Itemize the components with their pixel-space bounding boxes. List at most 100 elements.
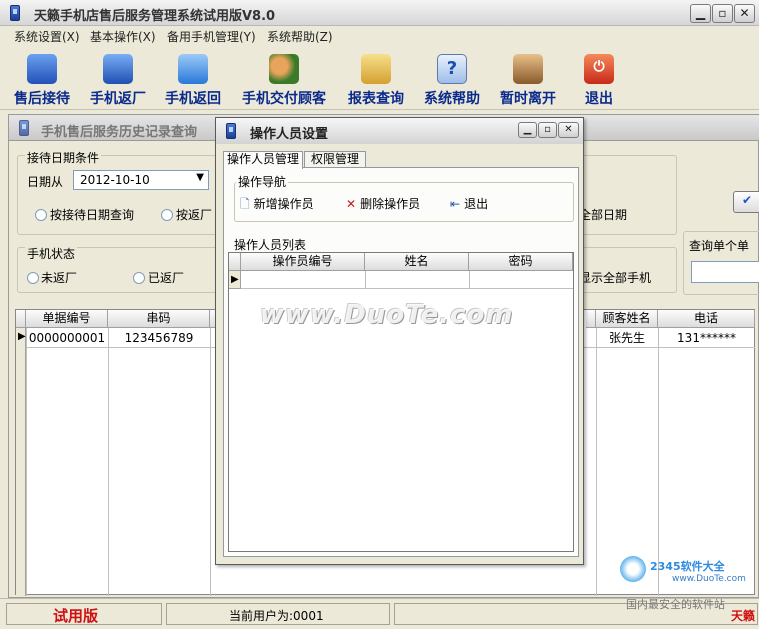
operator-settings-dialog: 操作人员设置 ▁ ▫ ✕ 操作人员管理 权限管理 操作导航 🗋 新增操作员 ✕ 删除… (215, 117, 584, 565)
trial-label: 试用版 (53, 607, 99, 625)
report-query-label: 报表查询 (348, 91, 404, 107)
phone-status-title: 手机状态 (25, 245, 78, 262)
dialog-exit-button[interactable]: ⇤ 退出 (450, 195, 488, 212)
report-query-icon (361, 54, 391, 84)
date-from-value: 2012-10-10 (80, 173, 150, 187)
history-title: 手机售后服务历史记录查询 (41, 125, 198, 140)
dialog-title: 操作人员设置 (250, 127, 329, 142)
deliver-customer-label: 手机交付顾客 (242, 91, 326, 107)
operator-list-title: 操作人员列表 (232, 236, 309, 253)
single-query-label: 查询单个单 (689, 239, 750, 253)
watermark: www.DuoTe.com (260, 300, 514, 330)
exit-button[interactable]: ⏻ 退出 (570, 46, 628, 110)
deliver-customer-icon (269, 54, 299, 84)
phone-return-button[interactable]: 手机返回 (158, 46, 228, 110)
table-row-doc-no[interactable]: 0000000001 (26, 330, 108, 346)
op-empty-row[interactable] (241, 271, 573, 289)
date-from-picker[interactable]: 2012-10-10 ▼ (73, 170, 209, 190)
dialog-maximize-button[interactable]: ▫ (538, 122, 557, 138)
nav-group-title: 操作导航 (236, 173, 289, 190)
menu-backup-phone[interactable]: 备用手机管理(Y) (167, 28, 256, 45)
radio-reception-date[interactable]: 按接待日期查询 (35, 206, 134, 223)
dialog-title-bar[interactable]: 操作人员设置 ▁ ▫ ✕ (216, 118, 583, 144)
reception-label: 售后接待 (14, 91, 70, 107)
exit-label: 退出 (585, 91, 613, 107)
op-col-id[interactable]: 操作员编号 (241, 253, 365, 271)
col-header-phone[interactable]: 电话 (658, 310, 755, 328)
app-title: 天籁手机店售后服务管理系统试用版V8.0 (34, 9, 276, 24)
dialog-close-button[interactable]: ✕ (558, 122, 579, 138)
single-query-input[interactable] (691, 261, 759, 283)
reception-button[interactable]: 售后接待 (6, 46, 78, 110)
op-col-name[interactable]: 姓名 (365, 253, 469, 271)
menu-basic-ops[interactable]: 基本操作(X) (90, 28, 156, 45)
check-icon: ✔ (742, 193, 753, 207)
col-header-hidden-2 (586, 310, 596, 328)
radio-returned[interactable]: 已返厂 (133, 269, 184, 286)
system-help-button[interactable]: ? 系统帮助 (418, 46, 486, 110)
delete-x-icon: ✕ (346, 197, 357, 211)
logo-slogan: 国内最安全的软件站 (626, 598, 725, 611)
maximize-button[interactable]: ▫ (712, 4, 733, 23)
query-confirm-button[interactable]: ✔ (733, 191, 759, 213)
table-row-phone[interactable]: 131****** (658, 330, 755, 346)
minimize-button[interactable]: ▁ (690, 4, 711, 23)
phone-return-icon (178, 54, 208, 84)
col-header-imei[interactable]: 串码 (108, 310, 210, 328)
add-operator-button[interactable]: 🗋 新增操作员 (240, 195, 314, 216)
report-query-button[interactable]: 报表查询 (342, 46, 410, 110)
exit-door-icon: ⇤ (450, 197, 461, 211)
op-row-indicator: ▶ (229, 271, 241, 289)
logo-url: www.DuoTe.com (672, 574, 746, 584)
op-col-password[interactable]: 密码 (469, 253, 573, 271)
row-header-strip (16, 328, 26, 596)
radio-return-factory-date[interactable]: 按返厂 (161, 206, 212, 223)
dialog-minimize-button[interactable]: ▁ (518, 122, 537, 138)
tab-operator-management[interactable]: 操作人员管理 (223, 151, 303, 169)
radio-not-returned[interactable]: 未返厂 (27, 269, 77, 286)
history-phone-icon (19, 120, 29, 136)
close-button[interactable]: ✕ (734, 4, 755, 23)
dialog-phone-icon (226, 123, 236, 139)
delete-operator-button[interactable]: ✕ 删除操作员 (346, 195, 420, 212)
app-title-bar: 天籁手机店售后服务管理系统试用版V8.0 ▁ ▫ ✕ (0, 0, 759, 26)
exit-icon: ⏻ (584, 54, 614, 84)
phone-return-factory-icon (103, 54, 133, 84)
leave-label: 暂时离开 (500, 91, 556, 107)
op-grid-corner (229, 253, 241, 271)
col-header-doc-no[interactable]: 单据编号 (26, 310, 108, 328)
menu-bar: 系统设置(X) 基本操作(X) 备用手机管理(Y) 系统帮助(Z) (0, 26, 759, 46)
table-row-customer[interactable]: 张先生 (596, 330, 658, 346)
toolbar: 售后接待 手机返厂 手机返回 手机交付顾客 报表查询 ? 系统帮助 暂时离开 ⏻… (0, 46, 759, 110)
radio-show-all-phones[interactable]: 显示全部手机 (579, 269, 651, 286)
chevron-down-icon: ▼ (196, 172, 204, 183)
date-group-title: 接待日期条件 (25, 149, 102, 166)
return-factory-label: 手机返厂 (90, 91, 146, 107)
operator-tab-panel: 操作导航 🗋 新增操作员 ✕ 删除操作员 ⇤ 退出 操作人员列表 操作员编号 姓名 密… (223, 167, 579, 557)
current-row-indicator: ▶ (18, 331, 26, 342)
leave-button[interactable]: 暂时离开 (494, 46, 562, 110)
site-logo: 2345软件大全 www.DuoTe.com 国内最安全的软件站 (616, 556, 759, 612)
grid-corner (16, 310, 26, 328)
operator-list-grid[interactable]: 操作员编号 姓名 密码 ▶ (228, 252, 574, 552)
leave-icon (513, 54, 543, 84)
logo-mascot-icon (620, 556, 646, 582)
table-row-imei[interactable]: 123456789 (108, 330, 210, 346)
status-user-panel: 当前用户为:0001 (166, 603, 390, 625)
deliver-customer-button[interactable]: 手机交付顾客 (237, 46, 331, 110)
logo-brand: 2345软件大全 (650, 560, 725, 573)
system-help-label: 系统帮助 (424, 91, 480, 107)
tab-permission-management[interactable]: 权限管理 (304, 151, 366, 168)
current-user-text: 当前用户为:0001 (229, 609, 324, 623)
phone-reception-icon (27, 54, 57, 84)
return-factory-button[interactable]: 手机返厂 (84, 46, 152, 110)
help-icon: ? (437, 54, 467, 84)
phone-return-label: 手机返回 (165, 91, 221, 107)
date-from-label: 日期从 (27, 175, 64, 189)
status-trial-panel: 试用版 (6, 603, 162, 625)
app-phone-icon (10, 5, 20, 21)
menu-system-settings[interactable]: 系统设置(X) (14, 28, 80, 45)
radio-all-dates[interactable]: 全部日期 (579, 206, 627, 223)
menu-system-help[interactable]: 系统帮助(Z) (267, 28, 333, 45)
col-header-customer[interactable]: 顾客姓名 (596, 310, 658, 328)
